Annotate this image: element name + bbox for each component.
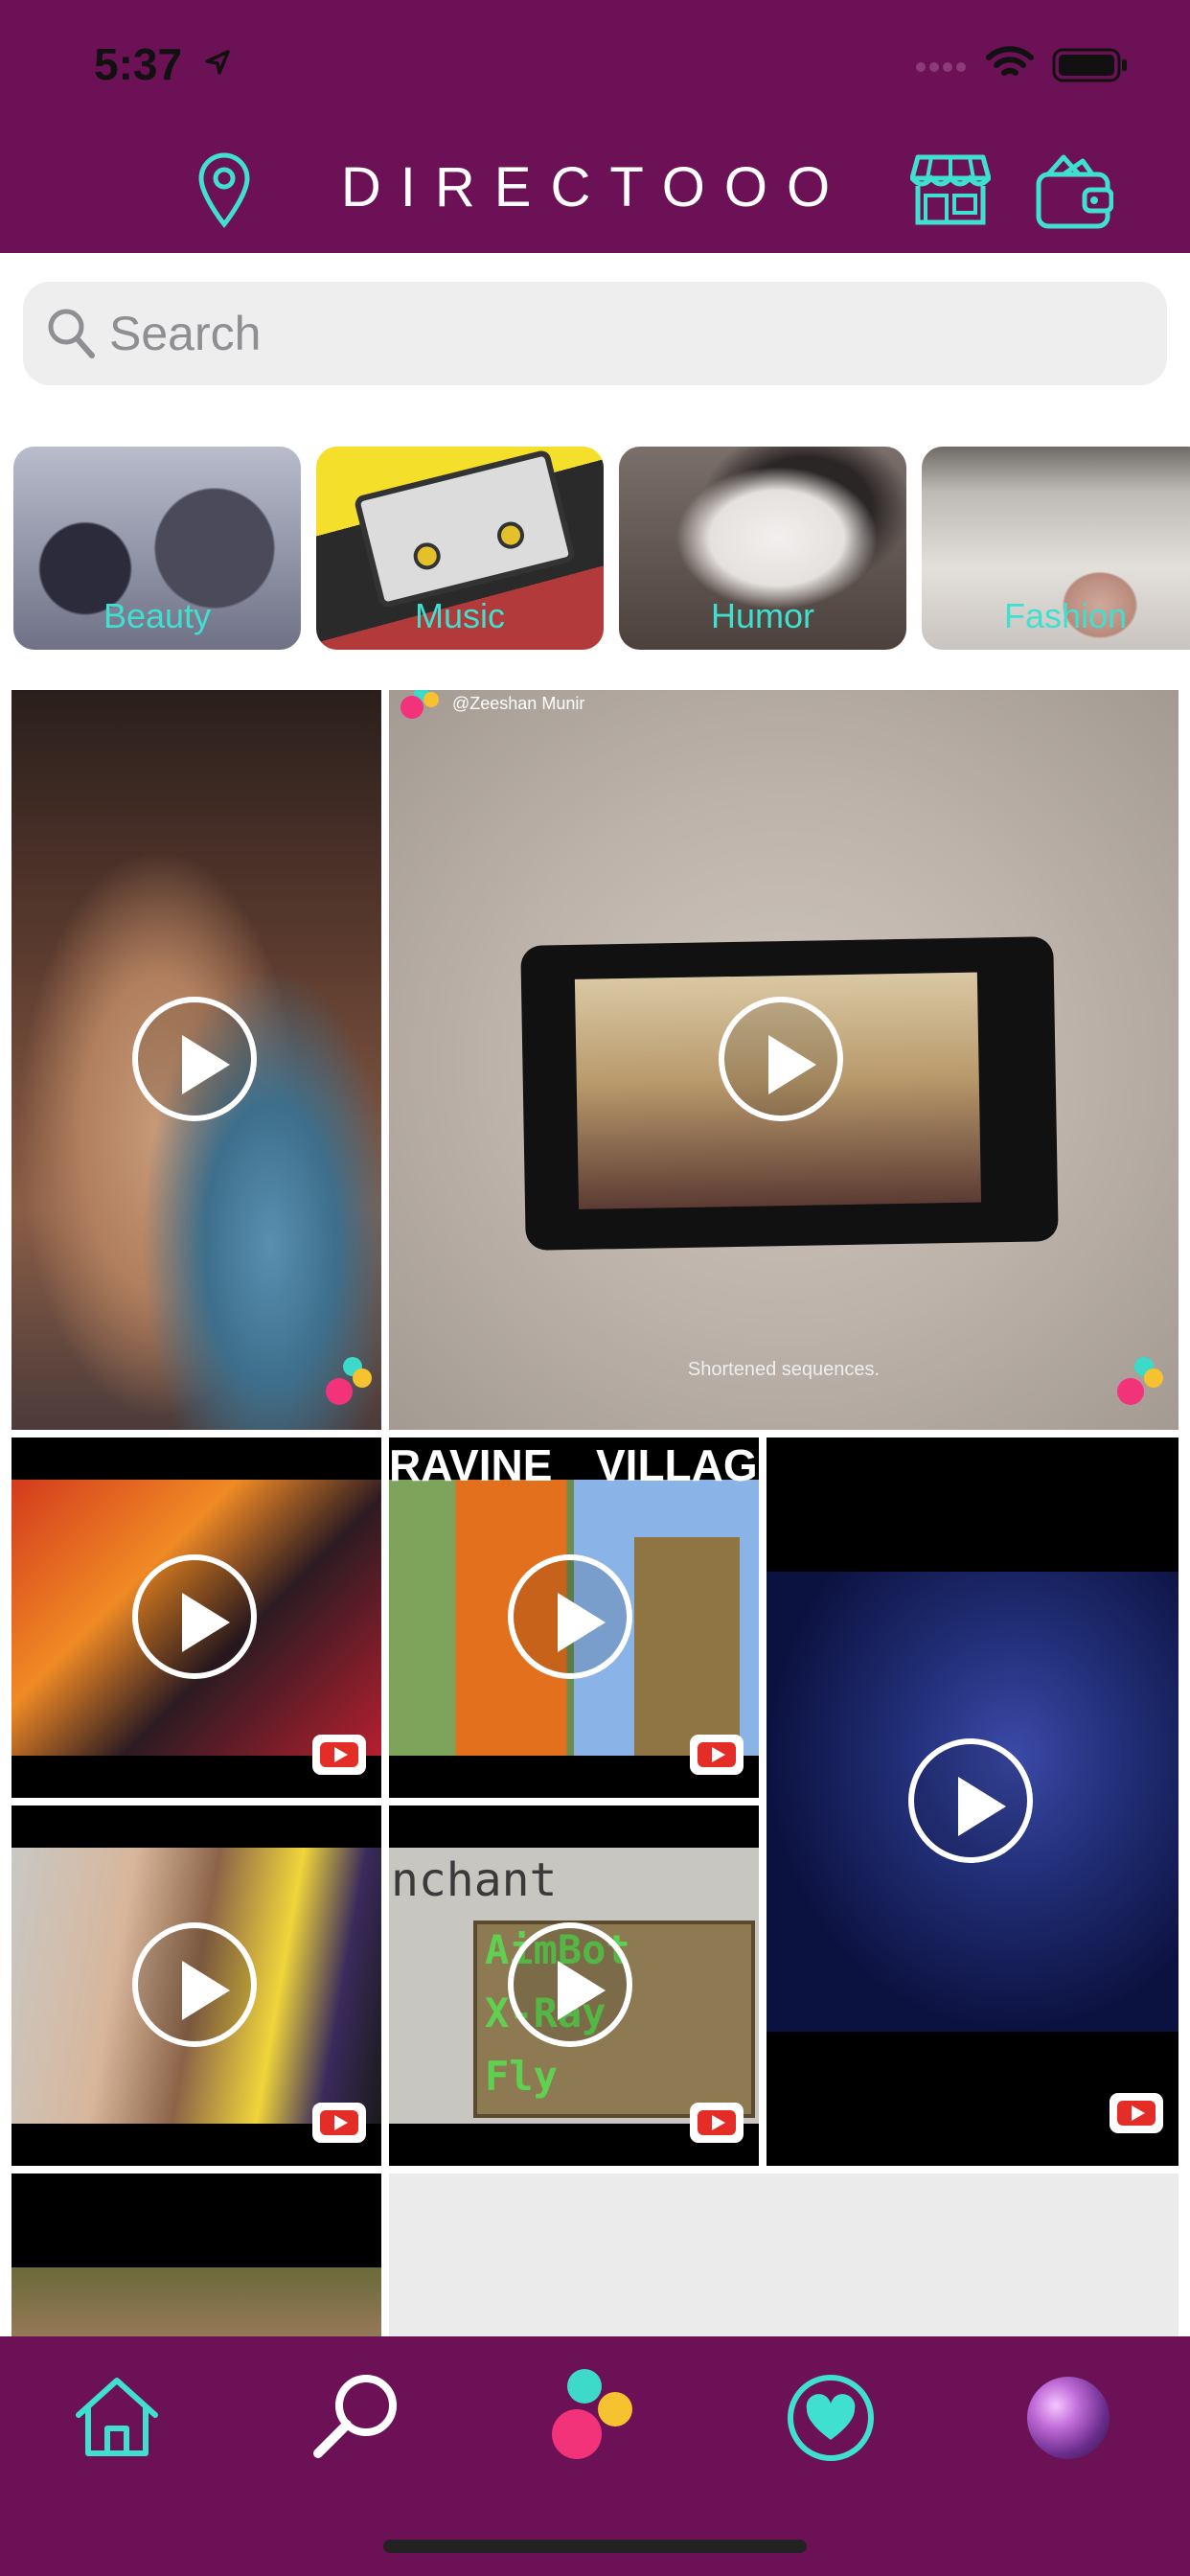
youtube-icon	[690, 1735, 744, 1775]
app-header: 5:37 DIRECTOOO	[0, 0, 1190, 253]
battery-icon	[1052, 48, 1127, 82]
play-button-icon[interactable]	[508, 1554, 632, 1679]
category-card-beauty[interactable]: Beauty	[13, 447, 301, 650]
wifi-icon	[986, 46, 1034, 76]
youtube-icon	[690, 2103, 744, 2143]
directooo-logo-icon	[400, 690, 439, 719]
play-button-icon[interactable]	[719, 997, 843, 1121]
youtube-icon	[312, 1735, 366, 1775]
video-tile[interactable]	[11, 690, 381, 1430]
store-icon[interactable]	[910, 153, 991, 226]
app-brand-title: DIRECTOOO	[340, 156, 850, 218]
play-button-icon[interactable]	[132, 997, 257, 1121]
favorites-heart-icon[interactable]	[786, 2373, 876, 2463]
video-tile[interactable]: @Zeeshan Munir Shortened sequences.	[389, 690, 1179, 1430]
video-tile[interactable]: RAVINE VILLAG	[389, 1438, 759, 1798]
play-button-icon[interactable]	[508, 1922, 632, 2047]
category-label: Fashion	[1003, 596, 1128, 635]
signal-icon	[916, 62, 966, 72]
video-tile[interactable]	[767, 1438, 1179, 2166]
play-button-icon[interactable]	[132, 1922, 257, 2047]
wallet-icon[interactable]	[1035, 153, 1113, 230]
youtube-icon	[312, 2103, 366, 2143]
category-label: Music	[414, 596, 505, 635]
play-button-icon[interactable]	[908, 1738, 1033, 1863]
category-card-fashion[interactable]: Fashion	[922, 447, 1190, 650]
search-input[interactable]	[109, 299, 1144, 368]
video-thumbnail	[11, 2267, 381, 2336]
cassette-image	[353, 448, 577, 610]
home-icon[interactable]	[73, 2375, 161, 2459]
directooo-logo-icon	[1117, 1357, 1163, 1405]
video-tile[interactable]: nchant AimBot X-Ray Fly	[389, 1806, 759, 2166]
directooo-logo-icon[interactable]	[544, 2363, 644, 2463]
video-tile[interactable]	[11, 2174, 381, 2336]
video-caption: Shortened sequences.	[687, 1359, 881, 1380]
video-tile-placeholder	[389, 2174, 1179, 2336]
thumbnail-text-right: VILLAG	[596, 1440, 758, 1490]
thumbnail-title: nchant	[391, 1853, 558, 1907]
home-indicator	[383, 2540, 807, 2553]
play-button-icon[interactable]	[132, 1554, 257, 1679]
enchant-option: Fly	[485, 2053, 558, 2100]
creator-handle: @Zeeshan Munir	[452, 694, 585, 713]
video-tile[interactable]	[11, 1806, 381, 2166]
directooo-logo-icon	[326, 1357, 372, 1405]
thumbnail-text-left: RAVINE	[389, 1440, 553, 1490]
location-services-icon	[205, 50, 230, 75]
category-carousel[interactable]: Beauty Music Humor Fashion	[0, 447, 1190, 650]
youtube-icon	[1110, 2093, 1163, 2133]
search-bar[interactable]	[23, 282, 1167, 385]
category-card-music[interactable]: Music	[316, 447, 604, 650]
search-icon	[48, 309, 95, 358]
video-tile[interactable]	[11, 1438, 381, 1798]
category-label: Humor	[710, 596, 815, 635]
category-card-humor[interactable]: Humor	[619, 447, 906, 650]
profile-avatar[interactable]	[1027, 2377, 1110, 2459]
status-time: 5:37	[94, 39, 183, 89]
search-icon[interactable]	[310, 2369, 402, 2461]
category-label: Beauty	[103, 596, 212, 635]
